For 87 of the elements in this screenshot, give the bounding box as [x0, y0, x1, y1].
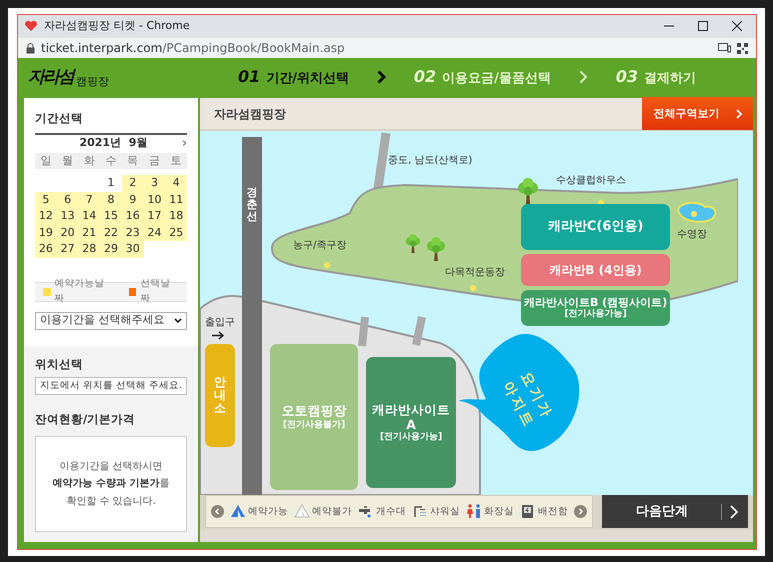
qr-code-icon[interactable]: [737, 42, 748, 54]
calendar-day[interactable]: 1: [100, 175, 122, 192]
section-heading: 잔여현황/기본가격: [35, 410, 136, 428]
chevron-icon: [376, 70, 386, 84]
next-month-link[interactable]: ›: [182, 134, 188, 154]
heart-icon: [24, 20, 38, 32]
scroll-left-icon[interactable]: [211, 505, 224, 518]
next-step-button[interactable]: 다음단계: [602, 495, 748, 528]
tent-icon: [294, 504, 310, 520]
logo-text[interactable]: 자라섬: [28, 64, 73, 90]
calendar-day[interactable]: 14: [78, 208, 100, 224]
legend-label: 예약불가: [312, 504, 352, 519]
place-label: 수영장: [677, 228, 708, 242]
weekday-label: 화: [78, 152, 100, 169]
calendar-day[interactable]: 30: [122, 241, 144, 258]
calendar-day[interactable]: 26: [35, 241, 57, 258]
calendar-day[interactable]: 15: [100, 208, 122, 224]
legend-label: 샤워실: [430, 504, 460, 519]
arrow-icon: [212, 331, 224, 340]
section-heading: 위치선택: [35, 356, 84, 372]
map-area[interactable]: 캐라반사이트 A [전기사용가능]: [366, 357, 456, 488]
step-tab[interactable]: 01 기간/위치선택: [238, 65, 350, 90]
place-label: 중도, 남도(산책로): [388, 154, 472, 168]
legend-label: 선택날짜: [140, 277, 172, 306]
calendar-day[interactable]: 18: [165, 208, 188, 224]
chevron-icon: [736, 108, 742, 119]
lock-icon: [26, 42, 35, 54]
scroll-right-icon[interactable]: [574, 505, 588, 518]
shower-icon: [412, 504, 428, 520]
calendar-day[interactable]: 16: [122, 208, 144, 224]
legend-label: 개수대: [376, 504, 406, 519]
calendar-day[interactable]: 7: [78, 192, 100, 208]
period-select[interactable]: 이용기간을 선택해주세요: [35, 312, 188, 330]
legend-label: 예약가능: [248, 504, 288, 519]
place-label: 다목적운동장: [445, 266, 506, 280]
tree-icon: [405, 234, 422, 254]
close-icon[interactable]: [732, 21, 742, 32]
window-title: 자라섬캠핑장 티켓 - Chrome: [44, 18, 191, 34]
chevron-icon: [730, 504, 738, 519]
calendar-day[interactable]: 17: [144, 208, 166, 224]
calendar-day[interactable]: 28: [78, 241, 100, 258]
cast-icon[interactable]: [718, 43, 731, 54]
calendar-day[interactable]: 19: [35, 224, 57, 241]
calendar-day[interactable]: 2: [122, 175, 144, 192]
weekday-label: 수: [100, 152, 122, 169]
section-heading: 기간선택: [35, 110, 84, 128]
map-title: 자라섬캠핑장: [214, 106, 286, 123]
calendar-day[interactable]: 6: [56, 192, 78, 208]
calendar-day[interactable]: 25: [165, 224, 188, 241]
legend-label: 예약가능날짜: [54, 277, 106, 306]
pond-drawing: [677, 202, 716, 224]
entrance-label: 출입구: [205, 316, 236, 330]
place-label: 수상클럽하우스: [556, 174, 626, 188]
calendar-day[interactable]: 27: [56, 241, 78, 258]
restroom-icon: [466, 504, 482, 520]
weekday-label: 목: [122, 152, 144, 169]
calendar-day[interactable]: 29: [100, 241, 122, 258]
month-label: 2021년 9월: [79, 135, 148, 152]
legend-label: 화장실: [484, 504, 514, 519]
calendar-day[interactable]: 4: [165, 175, 188, 192]
tent-icon: [230, 504, 246, 520]
weekday-label: 금: [144, 152, 166, 169]
calendar-day[interactable]: 9: [122, 192, 144, 208]
location-field: 지도에서 위치를 선택해 주세요.: [35, 376, 188, 395]
maximize-icon[interactable]: [698, 21, 708, 32]
calendar-day[interactable]: 13: [56, 208, 78, 224]
place-label: 농구/족구장: [293, 239, 346, 254]
calendar-day[interactable]: 22: [100, 224, 122, 241]
calendar-day[interactable]: 11: [165, 192, 188, 208]
view-all-button[interactable]: 전체구역보기: [642, 97, 754, 130]
legend-label: 배전함: [538, 504, 568, 519]
dropdown-caret-icon: [174, 318, 182, 324]
chevron-icon: [578, 70, 588, 84]
info-message: 이용기간을 선택하시면 예약가능 수량과 기본가를 확인할 수 있습니다.: [52, 460, 170, 509]
calendar-day[interactable]: 5: [35, 192, 57, 208]
weekday-label: 일: [35, 152, 57, 169]
weekday-label: 월: [56, 152, 78, 169]
rail-label: 경춘선: [246, 187, 258, 224]
calendar-day[interactable]: 21: [78, 224, 100, 241]
weekday-label: 토: [165, 152, 188, 169]
calendar-day[interactable]: 8: [100, 192, 122, 208]
calendar-day[interactable]: 12: [35, 208, 57, 224]
calendar-day[interactable]: 3: [144, 175, 166, 192]
info-booth-label: 안내소: [214, 376, 226, 416]
tree-icon: [426, 237, 446, 262]
logo-caption: 캠핑장: [76, 74, 109, 90]
tree-icon: [517, 178, 540, 205]
